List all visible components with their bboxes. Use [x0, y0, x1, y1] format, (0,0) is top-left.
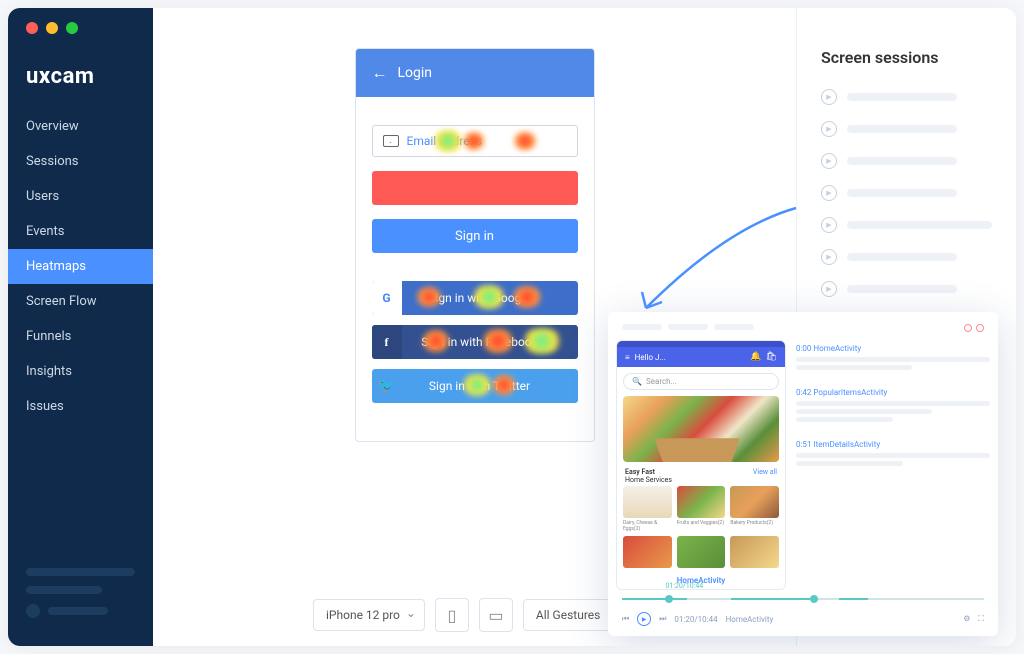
- main-content: ← Login Email address Sign in: [153, 8, 1016, 646]
- cart-icon[interactable]: 🛍: [766, 352, 777, 362]
- mini-app-header: ≡ Hello J... 🔔 🛍: [617, 347, 785, 367]
- heatmap-toolbar: iPhone 12 pro ▯ ▭ All Gestures: [313, 598, 636, 632]
- settings-icon[interactable]: ⚙: [963, 614, 970, 624]
- next-icon[interactable]: ⏭: [659, 614, 666, 624]
- timeline-item[interactable]: 0:00 HomeActivity: [796, 344, 990, 370]
- timeline-item[interactable]: 0:51 ItemDetailsActivity: [796, 440, 990, 466]
- greeting-text: Hello J...: [635, 353, 666, 362]
- hamburger-icon[interactable]: ≡: [625, 353, 629, 362]
- product-card[interactable]: [623, 536, 672, 568]
- maximize-icon[interactable]: [66, 22, 78, 34]
- product-card[interactable]: Dairy, Cheese & Eggs(2): [623, 486, 672, 532]
- nav-users[interactable]: Users: [8, 179, 153, 214]
- skeleton-line: [26, 586, 102, 594]
- sidebar: uxcam Overview Sessions Users Events Hea…: [8, 8, 153, 646]
- session-item[interactable]: ▶: [821, 121, 992, 137]
- session-item[interactable]: ▶: [821, 249, 992, 265]
- session-item[interactable]: ▶: [821, 217, 992, 233]
- section-title: Easy Fast: [625, 468, 672, 476]
- skeleton-line: [48, 607, 108, 615]
- product-card[interactable]: Fruits and Veggies(2): [677, 486, 726, 532]
- device-select[interactable]: iPhone 12 pro: [313, 599, 425, 631]
- session-item[interactable]: ▶: [821, 153, 992, 169]
- error-button[interactable]: [372, 171, 578, 205]
- record-icon[interactable]: [964, 324, 972, 332]
- play-icon: ▶: [821, 89, 837, 105]
- play-icon: ▶: [821, 249, 837, 265]
- avatar-icon: [26, 604, 40, 618]
- close-icon[interactable]: [26, 22, 38, 34]
- session-item[interactable]: ▶: [821, 185, 992, 201]
- email-field[interactable]: Email address: [372, 125, 578, 157]
- view-all-link[interactable]: View all: [753, 468, 777, 484]
- signin-button[interactable]: Sign in: [372, 219, 578, 253]
- brand-logo: uxcam: [8, 52, 153, 109]
- bell-icon[interactable]: 🔔: [750, 352, 761, 362]
- session-player-popup: ≡ Hello J... 🔔 🛍 🔍 Search...: [608, 312, 998, 636]
- nav-events[interactable]: Events: [8, 214, 153, 249]
- playback-activity: HomeActivity: [726, 615, 774, 624]
- sidebar-footer: [8, 552, 153, 646]
- nav-screen-flow[interactable]: Screen Flow: [8, 284, 153, 319]
- nav-funnels[interactable]: Funnels: [8, 319, 153, 354]
- facebook-label: Sign in with Facebook: [402, 335, 578, 349]
- play-icon: ▶: [821, 121, 837, 137]
- email-placeholder: Email address: [407, 134, 482, 148]
- facebook-icon: f: [372, 325, 402, 359]
- google-label: Sign in with Google: [402, 291, 578, 305]
- product-card[interactable]: [730, 536, 779, 568]
- app-window: uxcam Overview Sessions Users Events Hea…: [8, 8, 1016, 646]
- twitter-label: Sign in with Twitter: [402, 379, 578, 393]
- play-icon: ▶: [821, 281, 837, 297]
- nav-overview[interactable]: Overview: [8, 109, 153, 144]
- back-arrow-icon[interactable]: ←: [372, 63, 388, 83]
- session-item[interactable]: ▶: [821, 89, 992, 105]
- device-header: ← Login: [356, 49, 594, 97]
- play-icon: ▶: [821, 185, 837, 201]
- player-controls: ⏮ ▶ ⏭ 01:20/10:44 HomeActivity ⚙ ⛶: [616, 608, 990, 630]
- user-avatar-placeholder[interactable]: [26, 604, 135, 618]
- session-item[interactable]: ▶: [821, 281, 992, 297]
- prev-icon[interactable]: ⏮: [622, 614, 629, 624]
- google-icon: G: [372, 281, 402, 315]
- session-phone-preview: ≡ Hello J... 🔔 🛍 🔍 Search...: [616, 340, 786, 590]
- nav-heatmaps[interactable]: Heatmaps: [8, 249, 153, 284]
- playback-scrubber[interactable]: 01:20/10:44: [622, 592, 984, 606]
- hero-image: [623, 396, 779, 462]
- nav-insights[interactable]: Insights: [8, 354, 153, 389]
- nav-issues[interactable]: Issues: [8, 389, 153, 424]
- playback-time: 01:20/10:44: [674, 615, 717, 624]
- main-nav: Overview Sessions Users Events Heatmaps …: [8, 109, 153, 552]
- screen-title: Login: [398, 65, 433, 81]
- product-card[interactable]: [677, 536, 726, 568]
- product-card[interactable]: Bakery Products(2): [730, 486, 779, 532]
- google-signin-button[interactable]: G Sign in with Google: [372, 281, 578, 315]
- activity-timeline: 0:00 HomeActivity 0:42 PopularItemsActiv…: [796, 340, 990, 590]
- portrait-icon[interactable]: ▯: [435, 598, 469, 632]
- popup-header: [616, 320, 990, 340]
- play-icon: ▶: [821, 217, 837, 233]
- mini-search-input[interactable]: 🔍 Search...: [623, 373, 779, 390]
- device-preview: ← Login Email address Sign in: [355, 48, 595, 442]
- facebook-signin-button[interactable]: f Sign in with Facebook: [372, 325, 578, 359]
- search-icon: 🔍: [632, 377, 642, 386]
- landscape-icon[interactable]: ▭: [479, 598, 513, 632]
- play-icon: ▶: [821, 153, 837, 169]
- panel-title: Screen sessions: [821, 48, 992, 67]
- timeline-item[interactable]: 0:42 PopularItemsActivity: [796, 388, 990, 422]
- nav-sessions[interactable]: Sessions: [8, 144, 153, 179]
- skeleton-line: [26, 568, 135, 576]
- twitter-signin-button[interactable]: 🐦 Sign in with Twitter: [372, 369, 578, 403]
- window-traffic-lights: [26, 22, 78, 34]
- heatmap-blob: [513, 132, 537, 150]
- minimize-icon[interactable]: [46, 22, 58, 34]
- twitter-icon: 🐦: [372, 369, 402, 403]
- fullscreen-icon[interactable]: ⛶: [978, 614, 984, 624]
- scrub-time-label: 01:20/10:44: [665, 582, 703, 590]
- play-icon[interactable]: ▶: [637, 612, 651, 626]
- envelope-icon: [383, 135, 399, 147]
- section-subtitle: Home Services: [625, 476, 672, 484]
- record-icon[interactable]: [976, 324, 984, 332]
